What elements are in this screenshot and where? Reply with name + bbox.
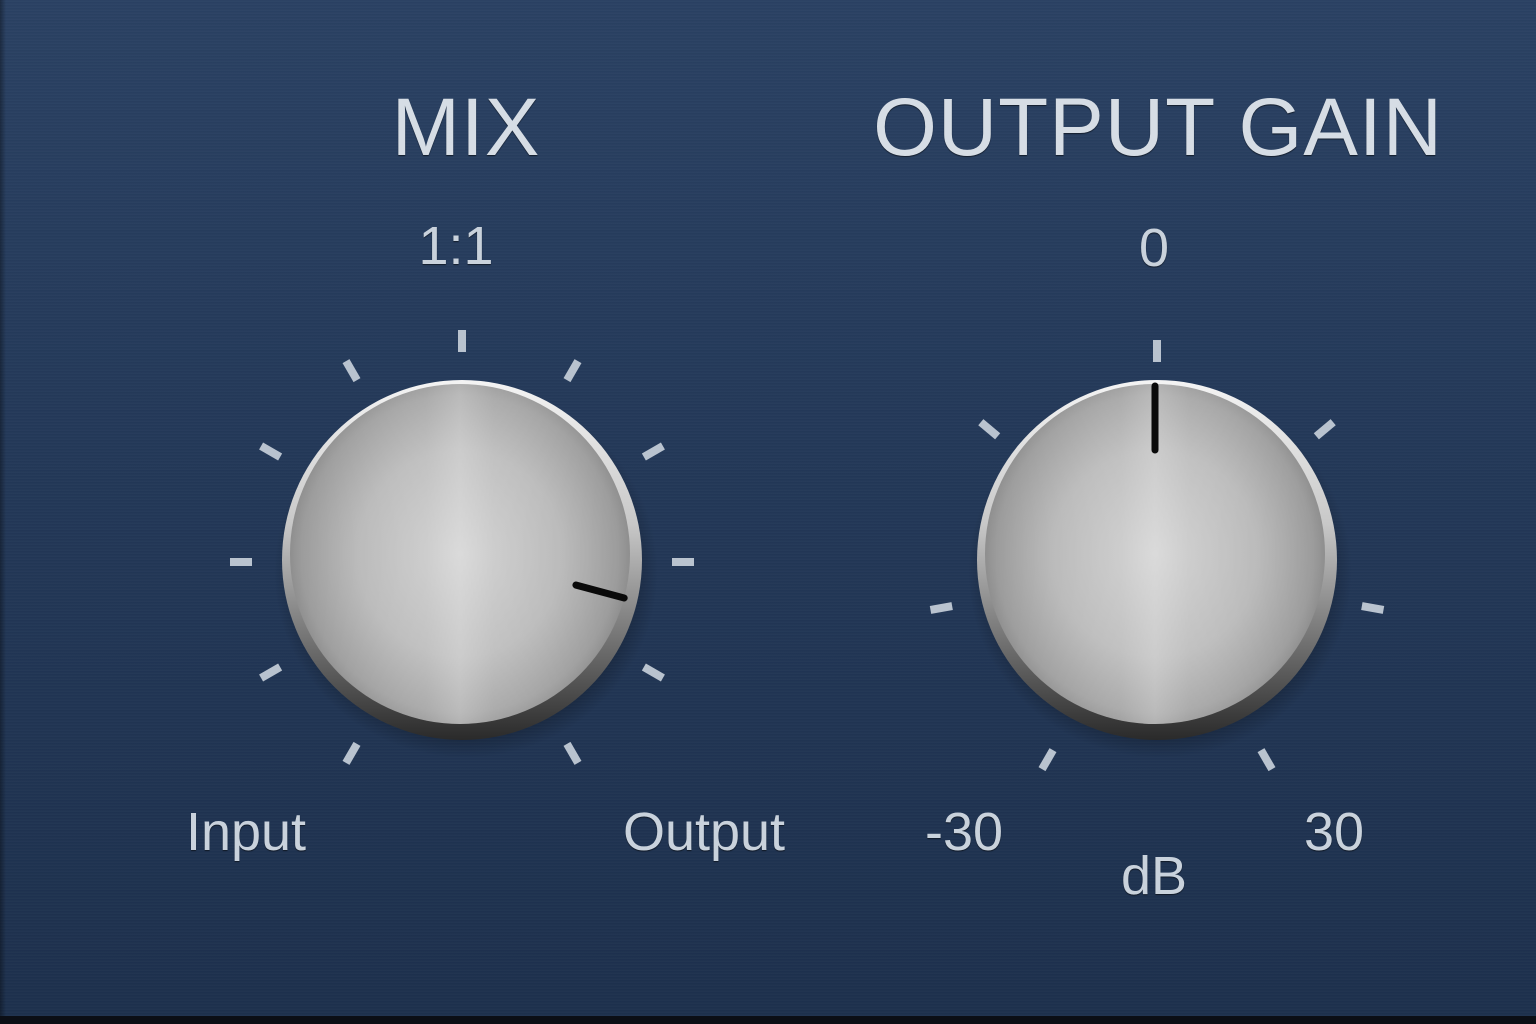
output-gain-knob[interactable] [929,340,1385,772]
mix-knob-sheen [290,384,630,724]
plugin-panel: MIX 1:1 Input Output OUTPUT GAIN 0 -30 3… [0,0,1536,1016]
mix-tick-10 [563,741,582,765]
mix-tick-3 [259,442,283,461]
output-gain-tick-0 [1038,748,1057,772]
output-gain-tick-4 [1313,419,1336,440]
mix-tick-6 [563,359,582,383]
mix-tick-1 [259,663,283,682]
mix-tick-7 [641,442,665,461]
output-gain-tick-6 [1257,748,1276,772]
mix-tick-0 [342,741,361,765]
knobs-canvas [230,330,1385,772]
mix-tick-4 [342,359,361,383]
panel-bottom-edge [0,1016,1536,1024]
mix-knob[interactable] [230,330,694,765]
mix-tick-9 [641,663,665,682]
output-gain-tick-1 [929,602,953,614]
output-gain-tick-5 [1361,602,1385,614]
output-gain-tick-2 [978,419,1001,440]
